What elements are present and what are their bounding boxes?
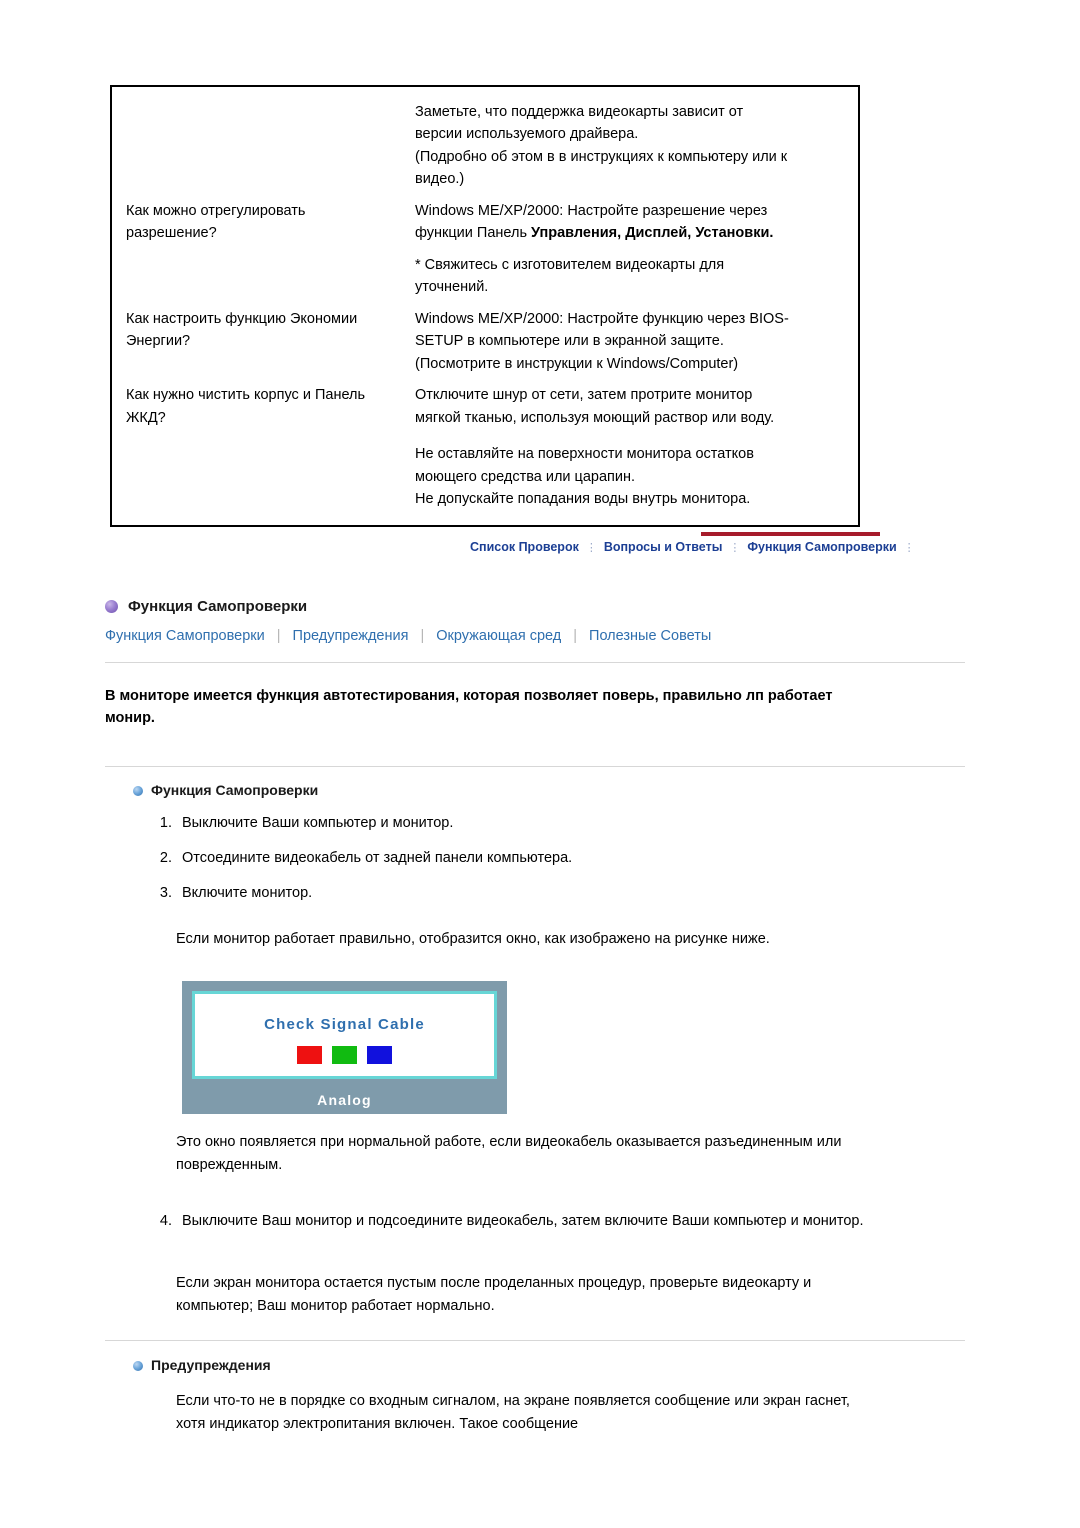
faq-answer-note-line: * Свяжитесь с изготовителем видеокарты д… <box>415 256 725 273</box>
faq-question-line: Энергии? <box>126 333 191 350</box>
faq-answer-line: видео.) <box>415 171 465 188</box>
section-subnav: Функция Самопроверки | Предупреждения | … <box>105 628 965 644</box>
subnav-separator: | <box>573 628 578 644</box>
breadcrumb-navstrip: Список Проверок ⋮ Вопросы и Ответы ⋮ Фун… <box>470 532 915 558</box>
page-title-text: Функция Самопроверки <box>128 598 308 615</box>
table-row: Как настроить функцию Экономии Энергии? … <box>112 308 858 375</box>
page-title: Функция Самопроверки <box>105 598 307 615</box>
faq-answer-bold-2: Дисплей <box>625 225 688 242</box>
nav-separator-icon: ⋮ <box>903 541 915 554</box>
faq-answer-cell: Windows ME/XP/2000: Настройте разрешение… <box>412 200 858 299</box>
faq-question-line: Как настроить функцию Экономии <box>126 310 358 327</box>
monitor-screen: Check Signal Cable <box>192 991 497 1079</box>
divider <box>105 1340 965 1341</box>
list-item: Включите монитор. <box>176 882 896 905</box>
subnav-link-tips[interactable]: Полезные Советы <box>589 628 711 644</box>
faq-answer-cell: Windows ME/XP/2000: Настройте функцию че… <box>412 308 858 375</box>
blue-bullet-icon <box>133 1361 143 1371</box>
faq-answer-line: SETUP в компьютере или в экранной защите… <box>415 333 724 350</box>
document-page: Заметьте, что поддержка видеокарты завис… <box>0 0 1080 1528</box>
nav-separator-icon: ⋮ <box>729 541 741 554</box>
nav-separator-icon: ⋮ <box>585 541 597 554</box>
list-item: Отсоедините видеокабель от задней панели… <box>176 847 896 870</box>
subnav-separator: | <box>276 628 281 644</box>
faq-answer-line: Windows ME/XP/2000: Настройте функцию че… <box>415 310 789 327</box>
nav-item-faq[interactable]: Вопросы и Ответы <box>604 540 723 554</box>
faq-answer-bold-3: Установки. <box>695 225 774 242</box>
nav-item-selftest[interactable]: Функция Самопроверки <box>747 540 896 554</box>
table-bottom-spacer <box>112 511 858 525</box>
faq-answer-line: моющего средства или царапин. <box>415 468 636 485</box>
nav-item-checklist[interactable]: Список Проверок <box>470 540 579 554</box>
paragraph-after-image: Это окно появляется при нормальной работ… <box>176 1134 842 1174</box>
faq-question-line: Как можно отрегулировать <box>126 202 306 219</box>
answer-gap <box>415 429 848 443</box>
faq-answer-sep-1: , <box>617 225 626 242</box>
faq-table: Заметьте, что поддержка видеокарты завис… <box>110 85 860 527</box>
paragraph-after-step4: Если экран монитора остается пустым посл… <box>176 1275 812 1315</box>
purple-bullet-icon <box>105 600 118 613</box>
faq-answer-cell: Отключите шнур от сети, затем протрите м… <box>412 384 858 510</box>
table-row: Как можно отрегулировать разрешение? Win… <box>112 200 858 299</box>
faq-answer-line: версии используемого драйвера. <box>415 126 639 143</box>
faq-question-cell <box>112 101 412 191</box>
monitor-illustration: Check Signal Cable Analog <box>182 981 507 1114</box>
subsection-title-warnings: Предупреждения <box>133 1357 271 1373</box>
subnav-link-selftest[interactable]: Функция Самопроверки <box>105 628 265 644</box>
check-signal-cable-message: Check Signal Cable <box>264 1016 425 1033</box>
list-item: Выключите Ваши компьютер и монитор. <box>176 812 896 835</box>
faq-question-cell: Как можно отрегулировать разрешение? <box>112 200 412 299</box>
faq-answer-line: Не допускайте попадания воды внутрь мони… <box>415 491 751 508</box>
swatch-red <box>297 1046 322 1064</box>
faq-question-line: Как нужно чистить корпус и Панель <box>126 387 366 404</box>
row-gap <box>112 375 858 384</box>
blue-bullet-icon <box>133 786 143 796</box>
faq-answer-line: мягкой тканью, используя моющий раствор … <box>415 409 775 426</box>
list-item: Выключите Ваш монитор и подсоедините вид… <box>176 1210 896 1233</box>
selftest-steps-list-continued: Выключите Ваш монитор и подсоедините вид… <box>148 1210 896 1233</box>
faq-question-cell: Как настроить функцию Экономии Энергии? <box>112 308 412 375</box>
faq-answer-note-line: уточнений. <box>415 279 489 296</box>
faq-answer-line: (Подробно об этом в в инструкциях к комп… <box>415 148 788 165</box>
section-intro: В мониторе имеется функция автотестирова… <box>105 688 833 726</box>
faq-answer-cell: Заметьте, что поддержка видеокарты завис… <box>412 101 858 191</box>
row-gap <box>112 299 858 308</box>
subnav-link-environment[interactable]: Окружающая сред <box>436 628 561 644</box>
color-swatches <box>195 1046 494 1064</box>
paragraph-after-step3: Если монитор работает правильно, отобраз… <box>176 931 770 947</box>
faq-answer-prefix: функции Панель <box>415 225 532 242</box>
monitor-input-label: Analog <box>317 1092 372 1108</box>
answer-gap <box>415 245 848 254</box>
faq-answer-line: Заметьте, что поддержка видеокарты завис… <box>415 104 744 120</box>
swatch-blue <box>367 1046 392 1064</box>
selftest-steps-list: Выключите Ваши компьютер и монитор. Отсо… <box>148 812 896 906</box>
faq-answer-line: (Посмотрите в инструкции к Windows/Compu… <box>415 355 739 372</box>
subnav-separator: | <box>420 628 425 644</box>
row-gap <box>112 191 858 200</box>
table-row: Заметьте, что поддержка видеокарты завис… <box>112 101 858 191</box>
subnav-link-warnings[interactable]: Предупреждения <box>293 628 409 644</box>
paragraph-warnings: Если что-то не в порядке со входным сигн… <box>176 1393 850 1433</box>
subsection-title-selftest: Функция Самопроверки <box>133 782 318 798</box>
faq-answer-bold-line: функции Панель Управления, Дисплей, Уста… <box>415 222 848 244</box>
subsection-title-text: Функция Самопроверки <box>151 782 319 798</box>
divider <box>105 766 965 767</box>
faq-question-line: разрешение? <box>126 225 217 242</box>
faq-question-cell: Как нужно чистить корпус и Панель ЖКД? <box>112 384 412 510</box>
divider <box>105 662 965 663</box>
faq-answer-bold-1: Управления <box>531 225 618 242</box>
faq-answer-line: Отключите шнур от сети, затем протрите м… <box>415 387 753 404</box>
navstrip-items: Список Проверок ⋮ Вопросы и Ответы ⋮ Фун… <box>470 536 922 558</box>
subsection-title-text: Предупреждения <box>151 1357 271 1373</box>
faq-answer-line: Не оставляйте на поверхности монитора ос… <box>415 446 754 463</box>
swatch-green <box>332 1046 357 1064</box>
table-row: Как нужно чистить корпус и Панель ЖКД? О… <box>112 384 858 510</box>
faq-answer-line: Windows ME/XP/2000: Настройте разрешение… <box>415 202 768 219</box>
faq-question-line: ЖКД? <box>126 409 166 426</box>
table-top-spacer <box>112 87 858 101</box>
